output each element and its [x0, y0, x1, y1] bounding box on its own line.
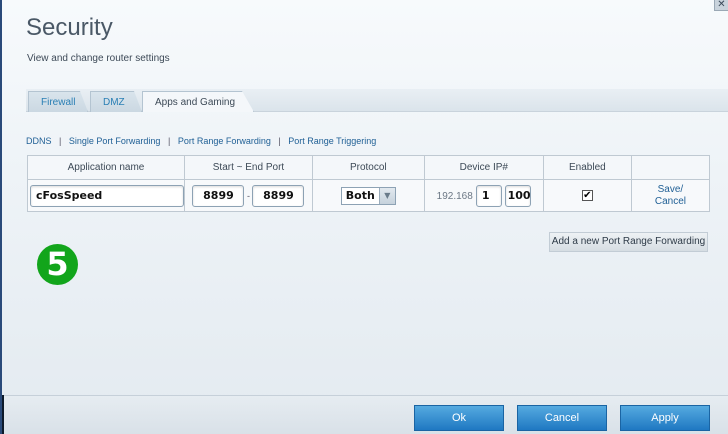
table-header-row: Application name Start ~ End Port Protoc…: [27, 155, 711, 180]
router-settings-window: ✕ Security View and change router settin…: [0, 0, 728, 434]
cell-device-ip: 192.168 1 100: [423, 179, 544, 212]
protocol-value: Both: [345, 188, 375, 202]
end-port-input[interactable]: 8899: [252, 184, 305, 207]
page-subtitle: View and change router settings: [27, 53, 170, 64]
port-range-forwarding-table: Application name Start ~ End Port Protoc…: [27, 155, 711, 212]
table-row: cFosSpeed 8899-8899 Both ▼ 192.168 1 100 …: [27, 179, 711, 212]
window-edge: [2, 395, 4, 434]
cell-enabled: ✔: [542, 179, 632, 212]
sublink-ddns[interactable]: DDNS: [26, 136, 52, 146]
header-application-name: Application name: [27, 155, 185, 180]
ip-prefix: 192.168: [436, 190, 473, 202]
close-icon[interactable]: ✕: [714, 0, 728, 11]
cell-actions: Save/ Cancel: [630, 179, 711, 212]
separator: |: [59, 136, 62, 146]
cell-protocol: Both ▼: [311, 179, 425, 212]
ok-button[interactable]: Ok: [414, 405, 504, 431]
apply-button[interactable]: Apply: [620, 405, 710, 431]
header-actions: [630, 155, 711, 180]
cell-app-name: cFosSpeed: [27, 179, 185, 212]
sub-navigation: DDNS | Single Port Forwarding | Port Ran…: [26, 136, 376, 146]
cancel-button[interactable]: Cancel: [517, 405, 607, 431]
step-number-badge: 5: [37, 244, 78, 285]
save-link[interactable]: Save/: [632, 184, 709, 196]
add-port-range-forwarding-button[interactable]: Add a new Port Range Forwarding: [549, 232, 708, 252]
sublink-port-range-triggering[interactable]: Port Range Triggering: [288, 136, 376, 146]
separator: |: [278, 136, 281, 146]
header-port-range: Start ~ End Port: [184, 155, 313, 180]
cell-ports: 8899-8899: [184, 179, 313, 212]
tab-firewall[interactable]: Firewall: [28, 91, 88, 112]
chevron-down-icon: ▼: [378, 187, 395, 204]
ip-octet3-input[interactable]: 1: [475, 184, 502, 207]
separator: |: [167, 136, 171, 146]
page-title: Security: [26, 14, 113, 41]
tab-dmz[interactable]: DMZ: [90, 91, 142, 112]
start-port-input[interactable]: 8899: [192, 184, 245, 207]
cancel-link[interactable]: Cancel: [632, 196, 709, 208]
port-separator: -: [246, 190, 250, 201]
sublink-port-range-forwarding[interactable]: Port Range Forwarding: [178, 136, 271, 146]
header-enabled: Enabled: [542, 155, 632, 180]
ip-octet4-input[interactable]: 100: [504, 184, 531, 207]
tab-apps-and-gaming[interactable]: Apps and Gaming: [142, 91, 254, 112]
header-device-ip: Device IP#: [423, 155, 544, 180]
enabled-checkbox[interactable]: ✔: [581, 190, 593, 201]
protocol-select[interactable]: Both ▼: [340, 186, 396, 205]
header-protocol: Protocol: [311, 155, 425, 180]
application-name-input[interactable]: cFosSpeed: [30, 184, 184, 207]
sublink-single-port-forwarding[interactable]: Single Port Forwarding: [69, 136, 161, 146]
